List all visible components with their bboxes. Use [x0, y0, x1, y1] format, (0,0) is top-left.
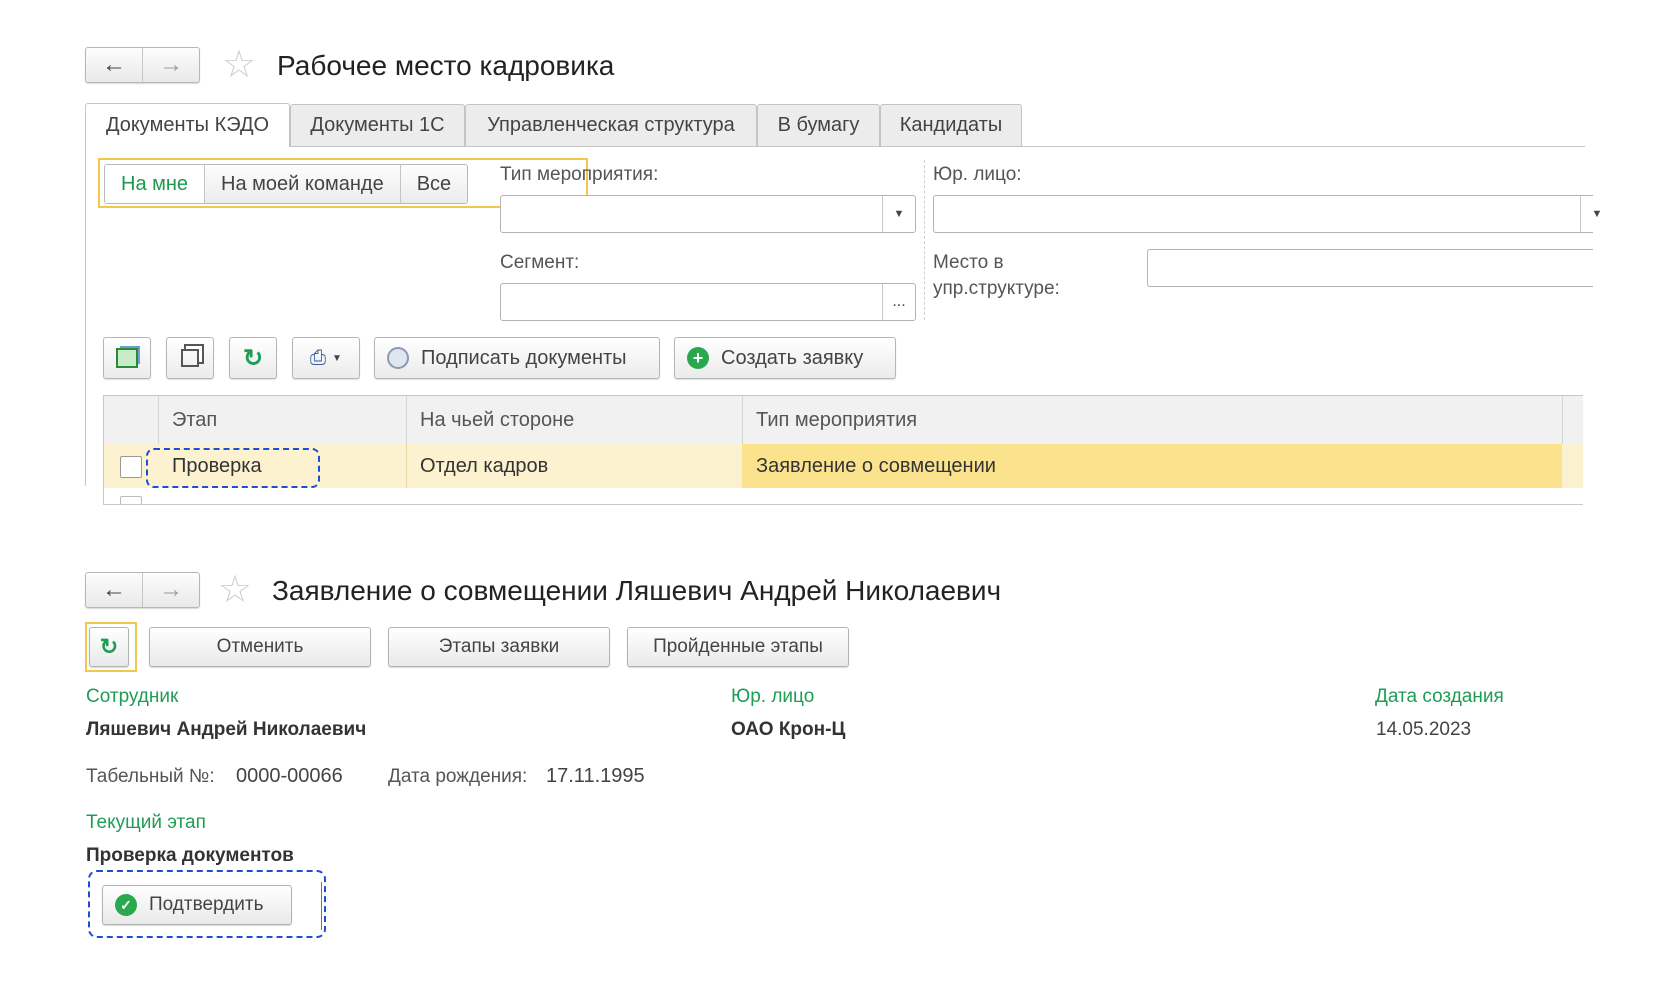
legal-entity-label: Юр. лицо:: [933, 164, 1022, 185]
filter-segmented: На мне На моей команде Все: [104, 164, 469, 204]
chevron-down-icon[interactable]: ▼: [1580, 196, 1613, 232]
check-circle-icon: ✓: [115, 894, 137, 916]
tab-candidates[interactable]: Кандидаты: [880, 104, 1022, 146]
favorite-star-icon[interactable]: ☆: [222, 46, 256, 84]
header-side[interactable]: На чьей стороне: [406, 396, 742, 444]
back-arrow-icon[interactable]: ←: [86, 573, 142, 607]
nav-buttons-2: ← →: [85, 572, 200, 608]
tab-num-value: 0000-00066: [236, 765, 343, 787]
segment-field[interactable]: ...: [500, 283, 916, 321]
sign-documents-label: Подписать документы: [421, 346, 627, 369]
cell-event-type[interactable]: Заявление о совмещении: [742, 444, 1562, 488]
nav-buttons: ← →: [85, 47, 200, 83]
next-row-checkbox: [120, 496, 142, 504]
current-stage-label: Текущий этап: [86, 812, 206, 833]
header-stage[interactable]: Этап: [158, 396, 406, 444]
tab-to-paper[interactable]: В бумагу: [757, 104, 880, 146]
request-stages-button[interactable]: Этапы заявки: [388, 627, 610, 667]
birth-date-value: 17.11.1995: [546, 765, 645, 787]
segment-label: Сегмент:: [500, 252, 580, 273]
place-label-line1: Место в: [933, 252, 1004, 273]
confirm-button[interactable]: ✓ Подтвердить: [102, 885, 292, 925]
tab-management-structure[interactable]: Управленческая структура: [465, 104, 757, 146]
ellipsis-select-button[interactable]: ...: [882, 284, 915, 320]
refresh-icon: ↻: [242, 344, 264, 372]
filter-all[interactable]: Все: [400, 165, 468, 203]
create-request-label: Создать заявку: [721, 346, 864, 369]
forward-arrow-icon[interactable]: →: [142, 573, 199, 607]
forward-arrow-icon[interactable]: →: [142, 48, 199, 82]
chevron-down-icon[interactable]: ▼: [882, 196, 915, 232]
table-row[interactable]: Проверка Отдел кадров Заявление о совмещ…: [104, 444, 1583, 488]
place-in-structure-field[interactable]: [1147, 249, 1593, 287]
tab-kedo-documents[interactable]: Документы КЭДО: [85, 103, 290, 147]
panel-left-border: [85, 146, 86, 486]
created-date-label: Дата создания: [1375, 686, 1504, 707]
current-stage-value: Проверка документов: [86, 845, 294, 866]
filter-on-me[interactable]: На мне: [105, 165, 206, 203]
cancel-button[interactable]: Отменить: [149, 627, 371, 667]
printer-icon: ⎙: [310, 346, 327, 369]
row-checkbox[interactable]: [120, 456, 142, 478]
confirm-label: Подтвердить: [149, 894, 264, 915]
filter-divider: [924, 160, 925, 320]
refresh-button-2[interactable]: ↻: [89, 627, 129, 667]
tab-divider: [85, 146, 1585, 147]
favorite-star-icon[interactable]: ☆: [218, 571, 252, 609]
filter-my-team[interactable]: На моей команде: [205, 165, 401, 203]
legal-entity-value[interactable]: ОАО Крон-Ц: [731, 719, 845, 741]
back-arrow-icon[interactable]: ←: [86, 48, 142, 82]
place-label-line2: упр.структуре:: [933, 278, 1060, 299]
print-button[interactable]: ⎙ ▼: [292, 337, 360, 379]
check-stack-icon: [116, 348, 138, 368]
refresh-button[interactable]: ↻: [229, 337, 277, 379]
table-header: Этап На чьей стороне Тип мероприятия: [104, 396, 1583, 445]
employee-label: Сотрудник: [86, 686, 179, 707]
document-title: Заявление о совмещении Ляшевич Андрей Ни…: [272, 575, 1002, 606]
event-type-label: Тип мероприятия:: [500, 164, 659, 185]
sign-icon: [387, 347, 409, 369]
mark-all-button[interactable]: [103, 337, 151, 379]
passed-stages-button[interactable]: Пройденные этапы: [627, 627, 849, 667]
cell-side[interactable]: Отдел кадров: [406, 444, 742, 488]
copy-icon: [181, 349, 199, 367]
created-date-value: 14.05.2023: [1376, 719, 1472, 740]
header-event-type[interactable]: Тип мероприятия: [742, 396, 1562, 444]
page-title: Рабочее место кадровика: [277, 50, 615, 81]
tab-num-label: Табельный №:: [86, 766, 215, 787]
col-divider: [1562, 396, 1563, 444]
documents-table: Этап На чьей стороне Тип мероприятия Про…: [103, 395, 1583, 505]
plus-circle-icon: +: [687, 347, 709, 369]
chevron-down-icon: ▼: [332, 352, 342, 364]
sign-documents-button[interactable]: Подписать документы: [374, 337, 660, 379]
legal-entity-field[interactable]: ▼: [933, 195, 1602, 233]
tab-1c-documents[interactable]: Документы 1С: [290, 104, 465, 146]
birth-date-label: Дата рождения:: [388, 766, 528, 787]
event-type-field[interactable]: ▼: [500, 195, 916, 233]
create-request-button[interactable]: + Создать заявку: [674, 337, 896, 379]
refresh-icon: ↻: [99, 634, 119, 659]
copy-button[interactable]: [166, 337, 214, 379]
confirm-red-marker: [321, 882, 322, 930]
employee-value[interactable]: Ляшевич Андрей Николаевич: [86, 719, 366, 741]
legal-entity-label-2: Юр. лицо: [731, 686, 815, 707]
cell-stage[interactable]: Проверка: [158, 444, 406, 488]
